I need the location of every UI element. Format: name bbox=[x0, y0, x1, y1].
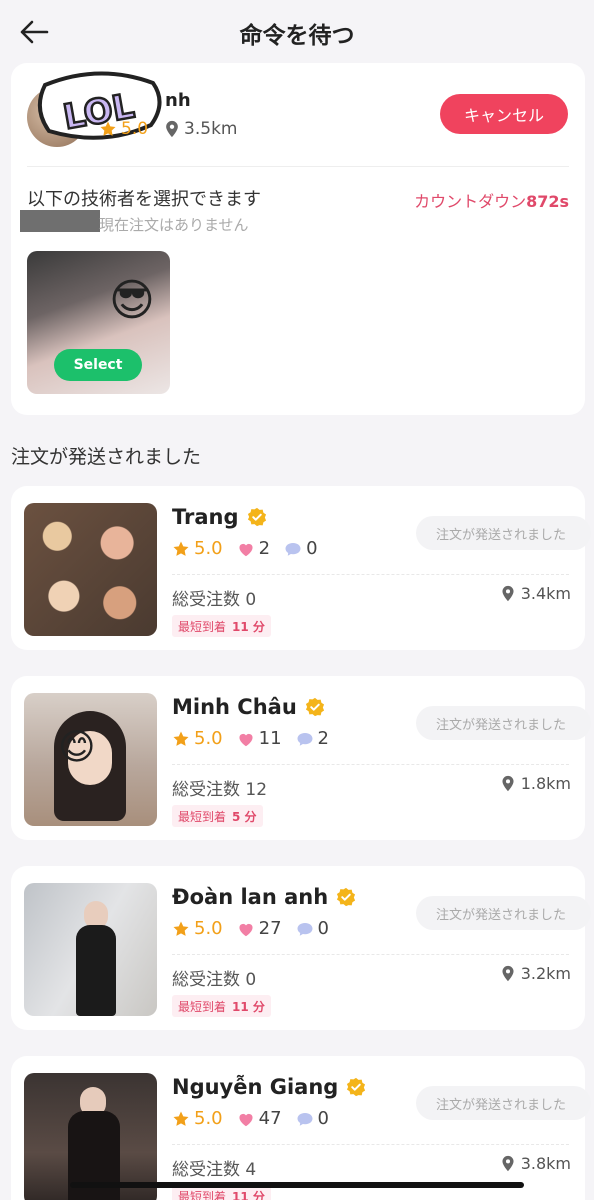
technician-photo bbox=[24, 1073, 157, 1200]
divider bbox=[172, 954, 569, 955]
countdown-label: カウントダウン bbox=[414, 192, 527, 211]
technician-card[interactable]: Trang 5.0 2 0 総受注数 0 最短到着 11 分 注文が発送されました… bbox=[11, 486, 591, 650]
verified-badge-icon bbox=[337, 887, 356, 907]
countdown-value: 872s bbox=[526, 192, 569, 211]
star-icon bbox=[173, 541, 189, 556]
heart-icon bbox=[239, 543, 253, 556]
technician-name: Trang bbox=[172, 505, 267, 529]
location-pin-icon bbox=[502, 585, 514, 602]
technician-name: Minh Châu bbox=[172, 695, 325, 719]
eta-badge: 最短到着 11 分 bbox=[172, 615, 271, 637]
heart-icon bbox=[239, 923, 253, 936]
provider-name: nh bbox=[165, 90, 191, 111]
available-technician-photo[interactable]: 😎 Select bbox=[27, 251, 170, 394]
comment-icon bbox=[297, 922, 313, 936]
technician-rating: 5.0 bbox=[194, 1108, 223, 1129]
technician-distance: 3.8km bbox=[501, 1154, 571, 1173]
star-icon bbox=[173, 1111, 189, 1126]
top-bar: 命令を待つ bbox=[0, 0, 594, 62]
page-title: 命令を待つ bbox=[239, 23, 355, 49]
technician-photo bbox=[24, 503, 157, 636]
technician-photo bbox=[24, 883, 157, 1016]
total-orders: 総受注数 0 bbox=[172, 970, 257, 990]
total-orders: 総受注数 12 bbox=[172, 780, 268, 800]
smiling-emoji-icon: 😊 bbox=[58, 727, 96, 768]
selection-caption: 以下の技術者を選択できます bbox=[27, 189, 261, 210]
star-icon bbox=[100, 121, 116, 136]
technician-comments: 0 bbox=[317, 1108, 329, 1129]
technician-stats: 5.0 47 0 bbox=[172, 1108, 329, 1129]
technician-likes: 47 bbox=[258, 1108, 282, 1129]
sunglasses-emoji-icon: 😎 bbox=[109, 275, 155, 326]
technician-card[interactable]: Nguyễn Giang 5.0 47 0 総受注数 4 最短到着 11 分 注文… bbox=[11, 1056, 591, 1200]
comment-icon bbox=[297, 1112, 313, 1126]
technician-likes: 27 bbox=[258, 918, 282, 939]
status-badge: 注文が発送されました bbox=[416, 706, 591, 740]
star-icon bbox=[173, 921, 189, 936]
technician-distance: 1.8km bbox=[501, 774, 571, 793]
divider bbox=[172, 1144, 569, 1145]
technician-likes: 2 bbox=[258, 538, 271, 559]
technician-rating: 5.0 bbox=[194, 728, 223, 749]
technician-stats: 5.0 11 2 bbox=[172, 728, 329, 749]
redaction-bar bbox=[20, 210, 100, 232]
comment-icon bbox=[285, 542, 301, 556]
location-pin-icon bbox=[502, 1155, 514, 1172]
provider-distance: 3.5km bbox=[184, 119, 238, 139]
technician-comments: 0 bbox=[306, 538, 318, 559]
heart-icon bbox=[239, 1113, 253, 1126]
technician-comments: 0 bbox=[317, 918, 329, 939]
technician-likes: 11 bbox=[258, 728, 282, 749]
divider bbox=[172, 764, 569, 765]
eta-badge: 最短到着 5 分 bbox=[172, 805, 263, 827]
technician-rating: 5.0 bbox=[194, 918, 223, 939]
cancel-button[interactable]: キャンセル bbox=[440, 94, 568, 134]
countdown-timer: カウントダウン872s bbox=[414, 188, 569, 212]
status-badge: 注文が発送されました bbox=[416, 896, 591, 930]
location-pin-icon bbox=[502, 775, 514, 792]
section-title: 注文が発送されました bbox=[11, 446, 202, 468]
home-indicator bbox=[70, 1182, 524, 1188]
technician-distance: 3.2km bbox=[501, 964, 571, 983]
verified-badge-icon bbox=[247, 507, 266, 527]
location-pin-icon bbox=[502, 965, 514, 982]
divider bbox=[27, 166, 569, 167]
status-badge: 注文が発送されました bbox=[416, 516, 591, 550]
verified-badge-icon bbox=[347, 1077, 366, 1097]
technician-distance: 3.4km bbox=[501, 584, 571, 603]
verified-badge-icon bbox=[305, 697, 324, 717]
technician-card[interactable]: Đoàn lan anh 5.0 27 0 総受注数 0 最短到着 11 分 注文… bbox=[11, 866, 591, 1030]
provider-meta: 5.0 3.5km bbox=[99, 119, 238, 139]
technician-comments: 2 bbox=[317, 728, 329, 749]
technician-rating: 5.0 bbox=[194, 538, 223, 559]
technician-card[interactable]: 😊 Minh Châu 5.0 11 2 総受注数 12 最短到着 5 分 注文が… bbox=[11, 676, 591, 840]
heart-icon bbox=[239, 733, 253, 746]
provider-rating: 5.0 bbox=[121, 119, 149, 139]
total-orders: 総受注数 4 bbox=[172, 1160, 257, 1180]
no-orders-text: 現在注文はありません bbox=[99, 216, 249, 234]
divider bbox=[172, 574, 569, 575]
location-pin-icon bbox=[166, 120, 178, 138]
status-badge: 注文が発送されました bbox=[416, 1086, 591, 1120]
technician-stats: 5.0 27 0 bbox=[172, 918, 329, 939]
technician-name: Đoàn lan anh bbox=[172, 885, 356, 909]
technician-name: Nguyễn Giang bbox=[172, 1075, 366, 1099]
select-button[interactable]: Select bbox=[54, 349, 142, 381]
provider-card: LOL nh 5.0 3.5km キャンセル 以下の技術者を選択できます カウン… bbox=[11, 63, 585, 415]
technician-stats: 5.0 2 0 bbox=[172, 538, 318, 559]
technician-photo: 😊 bbox=[24, 693, 157, 826]
star-icon bbox=[173, 731, 189, 746]
eta-badge: 最短到着 11 分 bbox=[172, 995, 271, 1017]
total-orders: 総受注数 0 bbox=[172, 590, 257, 610]
comment-icon bbox=[297, 732, 313, 746]
